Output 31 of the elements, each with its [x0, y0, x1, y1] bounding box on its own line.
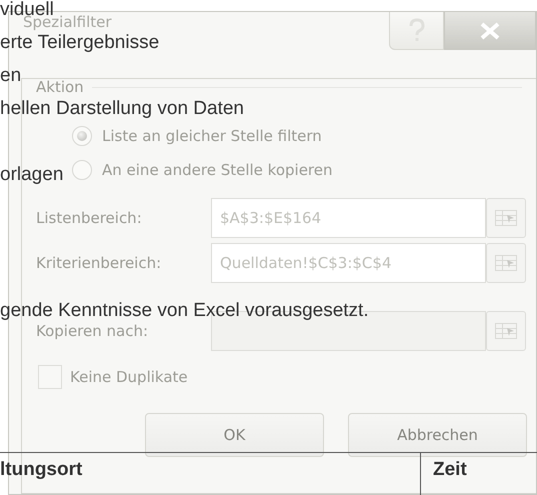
table-header: ltungsort: [0, 458, 82, 481]
radio-label[interactable]: Liste an gleicher Stelle filtern: [102, 127, 322, 145]
field-label: Kriterienbereich:: [36, 254, 162, 272]
radio-button[interactable]: [72, 160, 92, 180]
checkbox[interactable]: [38, 365, 62, 389]
ok-button[interactable]: OK: [145, 413, 324, 457]
range-picker-button[interactable]: [486, 198, 526, 238]
radio-button[interactable]: [72, 126, 92, 146]
table-grid-icon: [493, 252, 519, 274]
document-text: orlagen: [0, 164, 64, 186]
range-picker-button[interactable]: [486, 311, 526, 351]
checkbox-label[interactable]: Keine Duplikate: [70, 368, 188, 386]
input-field[interactable]: $A$3:$E$164: [211, 198, 486, 238]
document-text: erte Teilergebnisse: [0, 32, 160, 54]
document-text: gende Kenntnisse von Excel vorausgesetzt.: [0, 300, 369, 322]
table-grid-icon: [493, 207, 519, 229]
cancel-button[interactable]: Abbrechen: [348, 413, 527, 457]
close-icon: [479, 22, 501, 40]
help-icon: [408, 18, 426, 44]
field-label: Kopieren nach:: [36, 322, 148, 340]
range-picker-button[interactable]: [486, 243, 526, 283]
input-field[interactable]: Quelldaten!$C$3:$C$4: [211, 243, 486, 283]
help-button[interactable]: [389, 12, 444, 50]
document-text: en: [0, 65, 22, 87]
field-label: Listenbereich:: [36, 209, 142, 227]
document-text: hellen Darstellung von Daten: [0, 98, 244, 120]
close-button[interactable]: [444, 12, 536, 50]
table-grid-icon: [493, 320, 519, 342]
table-header: Zeit: [433, 459, 467, 481]
group-label: Aktion: [36, 79, 84, 96]
radio-label[interactable]: An eine andere Stelle kopieren: [102, 161, 333, 179]
